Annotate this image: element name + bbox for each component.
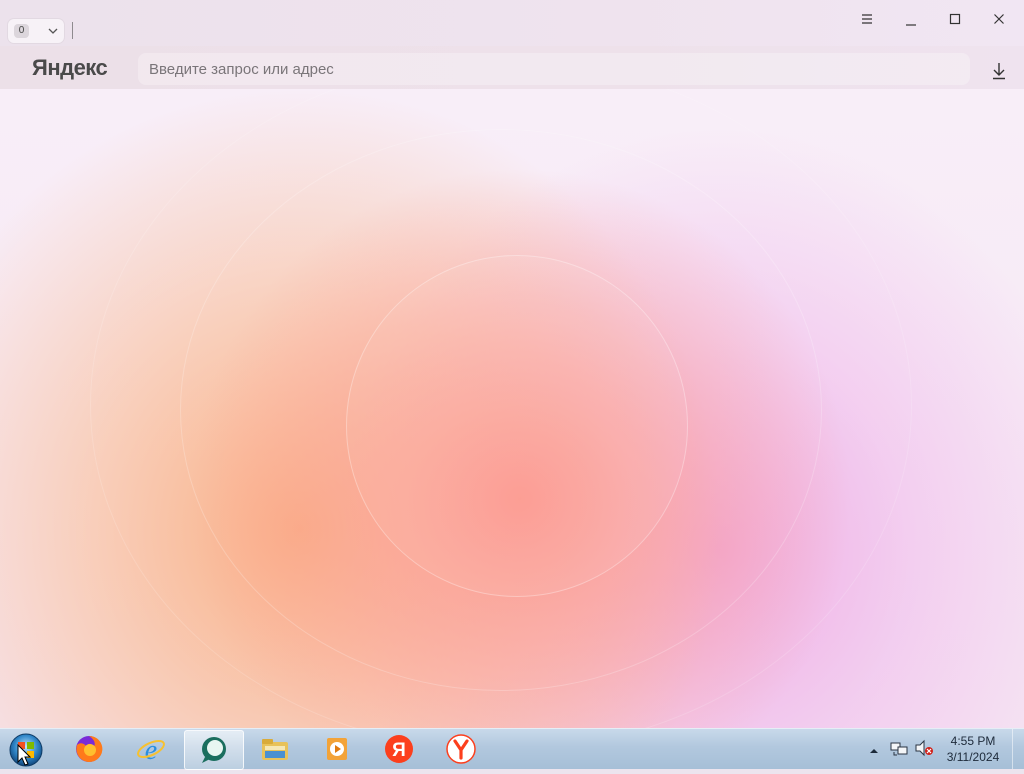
show-desktop-button[interactable] (1012, 729, 1024, 769)
taskbar-media-player[interactable] (308, 730, 366, 768)
clock-time[interactable]: 4:55 PM (940, 734, 1006, 748)
network-tray-button[interactable] (890, 739, 908, 757)
maximize-icon (949, 13, 961, 25)
taskbar-chat-app-active[interactable] (184, 730, 244, 770)
network-icon (890, 742, 908, 756)
show-hidden-icons-button[interactable] (868, 743, 880, 753)
volume-tray-button[interactable] (914, 739, 934, 757)
hamburger-icon (862, 14, 872, 24)
download-icon (993, 63, 1005, 80)
tab-count-badge: 0 (14, 24, 29, 38)
svg-text:Я: Я (392, 740, 406, 761)
address-bar[interactable] (138, 53, 970, 85)
mouse-cursor-icon (17, 744, 31, 766)
clock-date[interactable]: 3/11/2024 (940, 750, 1006, 764)
address-input[interactable] (138, 53, 969, 85)
yandex-logo[interactable]: Яндекс (32, 55, 108, 81)
maximize-button[interactable] (933, 6, 977, 32)
chat-bubble-icon (202, 737, 226, 763)
minimize-button[interactable] (889, 6, 933, 32)
browser-toolbar: Яндекс (0, 46, 1024, 90)
svg-text:e: e (145, 735, 157, 764)
chevron-up-icon (870, 749, 878, 753)
browser-window: 0 Яндекс (0, 0, 1024, 728)
folder-icon (262, 739, 288, 760)
new-tab-background (0, 89, 1024, 728)
taskbar-yandex[interactable]: Я (370, 730, 428, 768)
taskbar-internet-explorer[interactable]: e (122, 730, 180, 768)
internet-explorer-icon: e (137, 735, 165, 764)
tab-counter-button[interactable]: 0 (8, 19, 64, 43)
title-separator (72, 22, 73, 39)
menu-button[interactable] (845, 6, 889, 32)
minimize-icon (906, 24, 916, 26)
yandex-browser-icon (446, 734, 476, 764)
downloads-button[interactable] (986, 60, 1012, 82)
title-bar: 0 (0, 0, 1024, 46)
background-swirl (90, 89, 912, 728)
taskbar-yandex-browser[interactable] (432, 730, 490, 768)
close-button[interactable] (977, 6, 1021, 32)
taskbar-firefox[interactable] (60, 730, 118, 768)
yandex-ya-icon: Я (385, 735, 413, 763)
media-player-icon (327, 738, 347, 760)
firefox-icon (76, 735, 103, 762)
taskbar: e Я 4:55 PM 3/11/2024 (0, 728, 1024, 770)
chevron-down-icon (46, 23, 60, 39)
taskbar-file-explorer[interactable] (246, 730, 304, 768)
close-icon (994, 14, 1004, 24)
volume-muted-icon (915, 739, 933, 757)
